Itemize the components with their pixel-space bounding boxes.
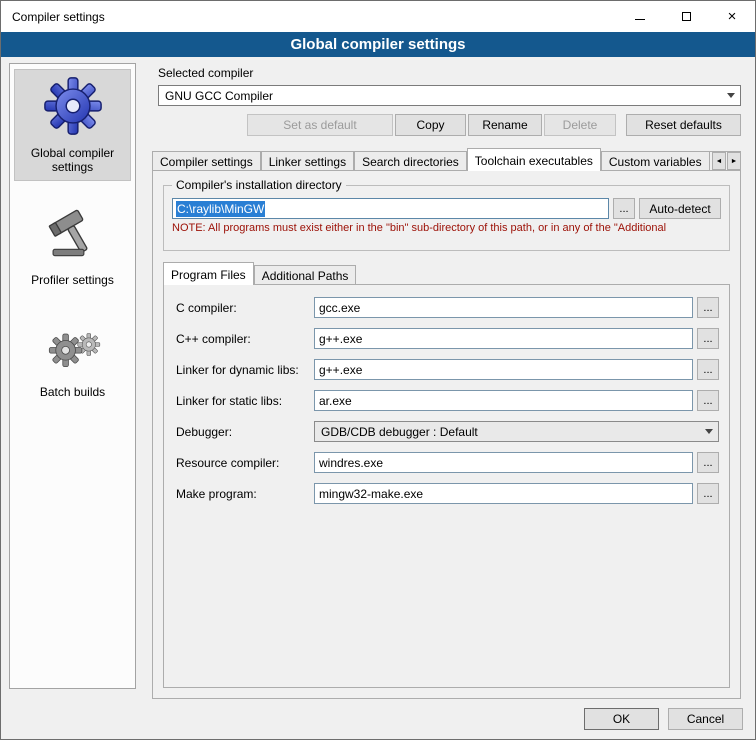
linker-static-label: Linker for static libs: bbox=[176, 394, 314, 408]
installation-directory-group: Compiler's installation directory C:\ray… bbox=[163, 185, 730, 251]
batch-builds-icon bbox=[44, 313, 102, 377]
subtab-program-files[interactable]: Program Files bbox=[163, 262, 254, 285]
settings-category-list: Global compiler settings Profiler settin… bbox=[9, 63, 136, 689]
sidebar-item-label: Global compiler settings bbox=[25, 146, 121, 174]
arrow-left-icon: ◄ bbox=[716, 158, 723, 165]
copy-button[interactable]: Copy bbox=[395, 114, 466, 136]
subtab-additional-paths[interactable]: Additional Paths bbox=[254, 265, 357, 285]
tab-compiler-settings[interactable]: Compiler settings bbox=[152, 151, 261, 171]
install-dir-browse-button[interactable]: ... bbox=[613, 198, 635, 219]
form-row-linker-dynamic: Linker for dynamic libs: ... bbox=[176, 359, 719, 380]
linker-dynamic-input[interactable] bbox=[314, 359, 693, 380]
tab-linker-settings[interactable]: Linker settings bbox=[261, 151, 354, 171]
form-row-resource-compiler: Resource compiler: ... bbox=[176, 452, 719, 473]
close-button[interactable]: × bbox=[709, 1, 755, 32]
tab-label: Custom variables bbox=[609, 155, 702, 169]
debugger-label: Debugger: bbox=[176, 425, 314, 439]
c-compiler-label: C compiler: bbox=[176, 301, 314, 315]
c-compiler-browse-button[interactable]: ... bbox=[697, 297, 719, 318]
install-dir-input[interactable]: C:\raylib\MinGW bbox=[172, 198, 609, 219]
resource-compiler-label: Resource compiler: bbox=[176, 456, 314, 470]
cpp-compiler-label: C++ compiler: bbox=[176, 332, 314, 346]
subtab-label: Additional Paths bbox=[262, 269, 349, 283]
sidebar-item-label: Batch builds bbox=[40, 385, 105, 399]
cpp-compiler-input[interactable] bbox=[314, 328, 693, 349]
install-dir-note: NOTE: All programs must exist either in … bbox=[172, 222, 721, 234]
tab-search-directories[interactable]: Search directories bbox=[354, 151, 467, 171]
rename-button[interactable]: Rename bbox=[468, 114, 542, 136]
resource-compiler-browse-button[interactable]: ... bbox=[697, 452, 719, 473]
installation-directory-group-title: Compiler's installation directory bbox=[172, 178, 346, 192]
make-program-label: Make program: bbox=[176, 487, 314, 501]
tab-label: Compiler settings bbox=[160, 155, 253, 169]
dialog-header: Global compiler settings bbox=[1, 32, 755, 57]
form-row-debugger: Debugger: GDB/CDB debugger : Default bbox=[176, 421, 719, 442]
sidebar-item-batch-builds[interactable]: Batch builds bbox=[14, 309, 131, 405]
profiler-icon bbox=[44, 201, 102, 265]
selected-compiler-dropdown[interactable]: GNU GCC Compiler bbox=[158, 85, 741, 106]
debugger-dropdown[interactable]: GDB/CDB debugger : Default bbox=[314, 421, 719, 442]
arrow-right-icon: ► bbox=[731, 158, 738, 165]
reset-defaults-button[interactable]: Reset defaults bbox=[626, 114, 741, 136]
compiler-actions: Set as default Copy Rename Delete Reset … bbox=[158, 114, 741, 136]
auto-detect-button[interactable]: Auto-detect bbox=[639, 198, 721, 219]
form-row-cpp-compiler: C++ compiler: ... bbox=[176, 328, 719, 349]
main-panel: Selected compiler GNU GCC Compiler Set a… bbox=[146, 61, 749, 699]
install-dir-selected-text: C:\raylib\MinGW bbox=[176, 201, 265, 217]
set-as-default-button[interactable]: Set as default bbox=[247, 114, 393, 136]
gear-icon bbox=[42, 74, 104, 138]
window-title: Compiler settings bbox=[1, 10, 617, 24]
subtab-label: Program Files bbox=[171, 268, 246, 282]
toolchain-subtabs: Program Files Additional Paths bbox=[163, 263, 730, 285]
make-program-browse-button[interactable]: ... bbox=[697, 483, 719, 504]
delete-button[interactable]: Delete bbox=[544, 114, 616, 136]
chevron-down-icon bbox=[722, 86, 740, 105]
tab-scroll-controls: ◄ ► bbox=[710, 152, 741, 170]
form-row-linker-static: Linker for static libs: ... bbox=[176, 390, 719, 411]
linker-static-input[interactable] bbox=[314, 390, 693, 411]
titlebar: Compiler settings × bbox=[1, 1, 755, 32]
dialog-title: Global compiler settings bbox=[290, 36, 465, 53]
cancel-button[interactable]: Cancel bbox=[668, 708, 743, 730]
close-icon: × bbox=[728, 9, 737, 24]
sidebar-item-label: Profiler settings bbox=[31, 273, 114, 287]
tab-toolchain-executables[interactable]: Toolchain executables bbox=[467, 148, 601, 171]
debugger-value: GDB/CDB debugger : Default bbox=[321, 425, 700, 439]
minimize-button[interactable] bbox=[617, 1, 663, 32]
c-compiler-input[interactable] bbox=[314, 297, 693, 318]
sidebar-item-profiler-settings[interactable]: Profiler settings bbox=[14, 197, 131, 293]
make-program-input[interactable] bbox=[314, 483, 693, 504]
selected-compiler-value: GNU GCC Compiler bbox=[165, 89, 722, 103]
minimize-icon bbox=[635, 19, 645, 20]
tab-custom-variables[interactable]: Custom variables bbox=[601, 151, 710, 171]
selected-compiler-label: Selected compiler bbox=[158, 66, 253, 80]
resource-compiler-input[interactable] bbox=[314, 452, 693, 473]
program-files-panel: C compiler: ... C++ compiler: ... Linker… bbox=[163, 284, 730, 688]
compiler-settings-window: Compiler settings × Global compiler sett… bbox=[0, 0, 756, 740]
dialog-footer: OK Cancel bbox=[584, 708, 743, 730]
window-controls: × bbox=[617, 1, 755, 32]
tab-scroll-right-button[interactable]: ► bbox=[727, 152, 741, 170]
tab-label: Toolchain executables bbox=[475, 154, 593, 168]
tab-label: Search directories bbox=[362, 155, 459, 169]
maximize-icon bbox=[682, 12, 691, 21]
linker-dynamic-label: Linker for dynamic libs: bbox=[176, 363, 314, 377]
toolchain-executables-page: Compiler's installation directory C:\ray… bbox=[152, 170, 741, 699]
tab-scroll-left-button[interactable]: ◄ bbox=[712, 152, 726, 170]
ok-button[interactable]: OK bbox=[584, 708, 659, 730]
chevron-down-icon bbox=[700, 422, 718, 441]
sidebar-item-global-compiler-settings[interactable]: Global compiler settings bbox=[14, 69, 131, 181]
form-row-c-compiler: C compiler: ... bbox=[176, 297, 719, 318]
tab-label: Linker settings bbox=[269, 155, 346, 169]
cpp-compiler-browse-button[interactable]: ... bbox=[697, 328, 719, 349]
form-row-make-program: Make program: ... bbox=[176, 483, 719, 504]
maximize-button[interactable] bbox=[663, 1, 709, 32]
settings-tabs: Compiler settings Linker settings Search… bbox=[152, 148, 741, 171]
linker-dynamic-browse-button[interactable]: ... bbox=[697, 359, 719, 380]
linker-static-browse-button[interactable]: ... bbox=[697, 390, 719, 411]
